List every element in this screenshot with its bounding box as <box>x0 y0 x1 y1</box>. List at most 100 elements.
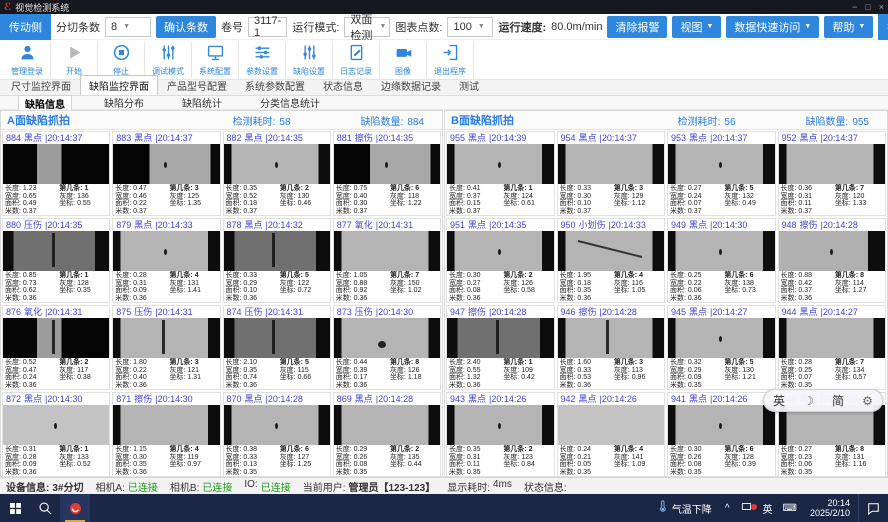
defect-image[interactable] <box>3 318 109 359</box>
defect-image[interactable] <box>558 144 665 185</box>
defect-image[interactable] <box>224 144 330 185</box>
log-record-button[interactable]: 日志记录 <box>333 42 380 78</box>
minimize-icon[interactable]: − <box>852 2 857 12</box>
hidden-icons-chevron[interactable]: ^ <box>720 503 735 514</box>
help-menu-button[interactable]: 帮助▼ <box>824 16 873 38</box>
drive-side-button[interactable]: 传动侧 <box>0 14 51 40</box>
defect-image[interactable] <box>3 144 109 185</box>
subtab-defect-info[interactable]: 缺陷信息 <box>18 95 72 111</box>
chart-points-select[interactable]: 100▼ <box>447 17 493 37</box>
defect-card[interactable]: 879 黑点 |20:14:33 长度: 0.28 宽度: 0.31 面积: 0… <box>112 218 220 303</box>
defect-card[interactable]: 954 黑点 |20:14:37 长度: 0.33 宽度: 0.30 面积: 0… <box>557 131 666 216</box>
defect-image[interactable] <box>113 405 219 446</box>
image-button[interactable]: 图像 <box>380 42 427 78</box>
admin-login-button[interactable]: 管理登录 <box>4 42 51 78</box>
slit-count-select[interactable]: 8▼ <box>105 17 151 37</box>
defect-card[interactable]: 951 黑点 |20:14:35 长度: 0.30 宽度: 0.27 面积: 0… <box>446 218 555 303</box>
tab-system-param-config[interactable]: 系统参数配置 <box>236 75 314 95</box>
tab-edge-data-record[interactable]: 边缘数据记录 <box>372 75 450 95</box>
tab-size-monitor[interactable]: 尺寸监控界面 <box>2 75 80 95</box>
defect-card[interactable]: 944 黑点 |20:14:27 长度: 0.28 宽度: 0.25 面积: 0… <box>778 305 887 390</box>
input-language-indicator[interactable]: 英 <box>758 501 778 516</box>
tab-product-model-config[interactable]: 产品型号配置 <box>158 75 236 95</box>
defect-image[interactable] <box>447 144 554 185</box>
defect-card[interactable]: 948 擦伤 |20:14:28 长度: 0.88 宽度: 0.42 面积: 0… <box>778 218 887 303</box>
defect-card[interactable]: 873 压伤 |20:14:30 长度: 0.44 宽度: 0.39 面积: 0… <box>333 305 441 390</box>
defect-card[interactable]: 872 黑点 |20:14:30 长度: 0.31 宽度: 0.28 面积: 0… <box>2 392 110 477</box>
tab-status-info[interactable]: 状态信息 <box>314 75 372 95</box>
search-icon[interactable] <box>30 494 60 522</box>
defect-image[interactable] <box>668 318 775 359</box>
defect-card[interactable]: 874 压伤 |20:14:31 长度: 2.10 宽度: 0.35 面积: 0… <box>223 305 331 390</box>
close-icon[interactable]: × <box>879 2 884 12</box>
defect-image[interactable] <box>668 405 775 446</box>
defect-card[interactable]: 875 压伤 |20:14:31 长度: 1.80 宽度: 0.22 面积: 0… <box>112 305 220 390</box>
defect-card[interactable]: 952 黑点 |20:14:37 长度: 0.36 宽度: 0.31 面积: 0… <box>778 131 887 216</box>
defect-card[interactable]: 950 小划伤 |20:14:33 长度: 1.95 宽度: 0.18 面积: … <box>557 218 666 303</box>
weather-widget[interactable]: 气温下降 <box>648 500 720 516</box>
defect-image[interactable] <box>447 318 554 359</box>
defect-card[interactable]: 946 擦伤 |20:14:28 长度: 1.60 宽度: 0.33 面积: 0… <box>557 305 666 390</box>
defect-image[interactable] <box>334 318 440 359</box>
debug-mode-button[interactable]: 调试模式 <box>145 42 192 78</box>
defect-image[interactable] <box>113 144 219 185</box>
exit-program-button[interactable]: 退出程序 <box>427 42 474 78</box>
defect-image[interactable] <box>224 318 330 359</box>
lang-simplified-button[interactable]: 简 <box>832 392 844 409</box>
confirm-count-button[interactable]: 确认条数 <box>156 16 216 38</box>
defect-image[interactable] <box>3 231 109 272</box>
defect-image[interactable] <box>668 231 775 272</box>
run-mode-select[interactable]: 双面检测▼ <box>344 17 390 37</box>
defect-image[interactable] <box>558 405 665 446</box>
defect-card[interactable]: 880 压伤 |20:14:35 长度: 0.85 宽度: 0.73 面积: 0… <box>2 218 110 303</box>
defect-card[interactable]: 878 黑点 |20:14:32 长度: 0.33 宽度: 0.29 面积: 0… <box>223 218 331 303</box>
subtab-defect-statistics[interactable]: 缺陷统计 <box>176 95 228 110</box>
defect-image[interactable] <box>113 318 219 359</box>
defect-image[interactable] <box>668 144 775 185</box>
defect-card[interactable]: 942 黑点 |20:14:26 长度: 0.24 宽度: 0.21 面积: 0… <box>557 392 666 477</box>
defect-image[interactable] <box>779 231 886 272</box>
roll-input[interactable]: 3117-1 <box>248 17 287 37</box>
gear-icon[interactable]: ⚙ <box>862 394 873 408</box>
defect-card[interactable]: 949 黑点 |20:14:30 长度: 0.25 宽度: 0.22 面积: 0… <box>667 218 776 303</box>
defect-image[interactable] <box>224 231 330 272</box>
defect-card[interactable]: 883 黑点 |20:14:37 长度: 0.47 宽度: 0.46 面积: 0… <box>112 131 220 216</box>
defect-card[interactable]: 953 黑点 |20:14:37 长度: 0.27 宽度: 0.24 面积: 0… <box>667 131 776 216</box>
keyboard-icon[interactable]: ⌨ <box>778 503 802 514</box>
start-button[interactable]: 开始 <box>51 42 98 78</box>
system-config-button[interactable]: 系统配置 <box>192 42 239 78</box>
defect-card[interactable]: 876 氧化 |20:14:31 长度: 0.52 宽度: 0.47 面积: 0… <box>2 305 110 390</box>
defect-image[interactable] <box>334 405 440 446</box>
defect-card[interactable]: 870 黑点 |20:14:28 长度: 0.38 宽度: 0.33 面积: 0… <box>223 392 331 477</box>
param-settings-button[interactable]: 参数设置 <box>239 42 286 78</box>
inspection-app-taskbar-icon[interactable] <box>60 494 90 522</box>
moon-icon[interactable]: ☽ <box>803 394 814 408</box>
defect-settings-button[interactable]: 缺陷设置 <box>286 42 333 78</box>
defect-image[interactable] <box>447 405 554 446</box>
defect-image[interactable] <box>113 231 219 272</box>
defect-card[interactable]: 884 黑点 |20:14:37 长度: 1.23 宽度: 0.65 面积: 0… <box>2 131 110 216</box>
defect-image[interactable] <box>558 318 665 359</box>
defect-card[interactable]: 869 黑点 |20:14:28 长度: 0.29 宽度: 0.26 面积: 0… <box>333 392 441 477</box>
defect-card[interactable]: 881 擦伤 |20:14:35 长度: 0.75 宽度: 0.40 面积: 0… <box>333 131 441 216</box>
view-menu-button[interactable]: 视图▼ <box>672 16 721 38</box>
maximize-icon[interactable]: □ <box>865 2 870 12</box>
defect-image[interactable] <box>224 405 330 446</box>
defect-image[interactable] <box>558 231 665 272</box>
taskbar-clock[interactable]: 20:14 2025/2/10 <box>802 498 858 518</box>
defect-image[interactable] <box>779 318 886 359</box>
defect-image[interactable] <box>447 231 554 272</box>
defect-card[interactable]: 941 黑点 |20:14:26 长度: 0.30 宽度: 0.26 面积: 0… <box>667 392 776 477</box>
defect-card[interactable]: 871 擦伤 |20:14:30 长度: 1.15 宽度: 0.30 面积: 0… <box>112 392 220 477</box>
notification-badge-icon[interactable] <box>735 500 758 516</box>
start-button[interactable] <box>0 494 30 522</box>
defect-card[interactable]: 877 氧化 |20:14:31 长度: 1.05 宽度: 0.88 面积: 0… <box>333 218 441 303</box>
defect-image[interactable] <box>334 231 440 272</box>
quick-access-menu-button[interactable]: 数据快速访问▼ <box>726 16 819 38</box>
lang-english-button[interactable]: 英 <box>773 392 785 409</box>
defect-image[interactable] <box>334 144 440 185</box>
tab-test[interactable]: 测试 <box>450 75 488 95</box>
clear-alarm-button[interactable]: 清除报警 <box>607 16 667 38</box>
defect-card[interactable]: 955 黑点 |20:14:39 长度: 0.41 宽度: 0.37 面积: 0… <box>446 131 555 216</box>
defect-card[interactable]: 947 擦伤 |20:14:28 长度: 2.40 宽度: 0.55 面积: 1… <box>446 305 555 390</box>
